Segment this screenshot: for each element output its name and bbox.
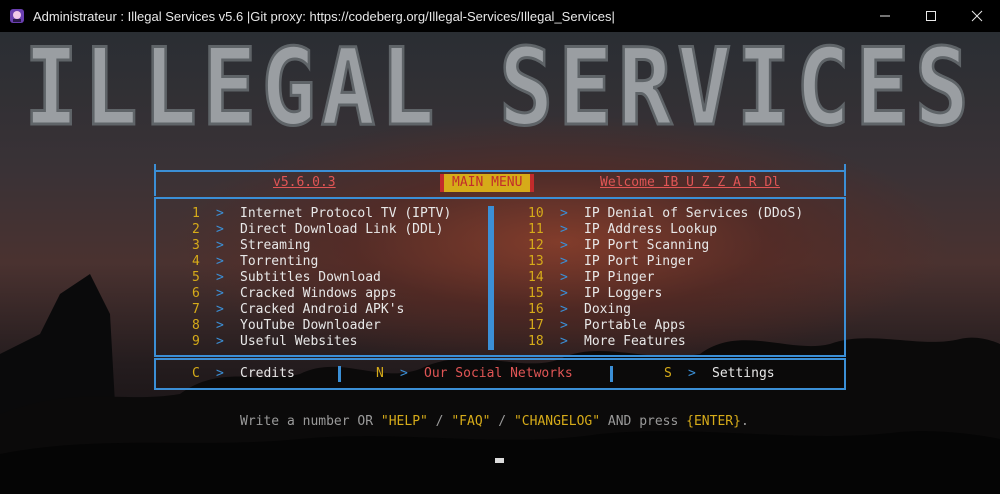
menu-item-arrow: >: [216, 334, 224, 349]
menu-item-number: 3: [192, 238, 200, 253]
prompt-text: /: [427, 414, 452, 429]
menu-item-arrow: >: [560, 222, 568, 237]
settings-arrow: >: [688, 366, 696, 381]
menu-item-number: 14: [528, 270, 544, 285]
menu-item-arrow: >: [560, 270, 568, 285]
menu-item-number: 2: [192, 222, 200, 237]
credits-key: C: [192, 366, 200, 381]
menu-item-number: 1: [192, 206, 200, 221]
bottom-separator: [610, 366, 613, 382]
app-icon: [10, 9, 24, 23]
menu-item-label: YouTube Downloader: [240, 318, 381, 333]
window-title-bar: Administrateur : Illegal Services v5.6 |…: [0, 0, 1000, 32]
menu-item-number: 8: [192, 318, 200, 333]
menu-item-label: Cracked Windows apps: [240, 286, 397, 301]
menu-item-arrow: >: [216, 222, 224, 237]
prompt-text: .: [740, 414, 749, 429]
menu-item-label: IP Denial of Services (DDoS): [584, 206, 804, 221]
menu-item-number: 4: [192, 254, 200, 269]
menu-item-number: 17: [528, 318, 544, 333]
input-prompt: Write a number OR "HELP" / "FAQ" / "CHAN…: [240, 414, 749, 429]
close-button[interactable]: [954, 0, 1000, 32]
menu-item-number: 6: [192, 286, 200, 301]
social-arrow: >: [400, 366, 408, 381]
minimize-button[interactable]: [862, 0, 908, 32]
menu-item-label: IP Port Pinger: [584, 254, 694, 269]
menu-item-label: IP Address Lookup: [584, 222, 718, 237]
menu-item-arrow: >: [560, 318, 568, 333]
menu-item-label: IP Pinger: [584, 270, 655, 285]
menu-item-label: Portable Apps: [584, 318, 686, 333]
menu-item-label: Torrenting: [240, 254, 319, 269]
menu-item-label: Streaming: [240, 238, 311, 253]
main-menu-badge: MAIN MENU: [440, 174, 535, 192]
banner-text: ILLEGAL SERVICES: [24, 42, 974, 142]
settings-key: S: [664, 366, 672, 381]
menu-item-arrow: >: [216, 286, 224, 301]
welcome-label: Welcome IB U Z Z A R Dl: [600, 175, 781, 190]
menu-item-number: 13: [528, 254, 544, 269]
ascii-banner: ILLEGAL SERVICES: [23, 42, 974, 142]
credits-arrow: >: [216, 366, 224, 381]
menu-item-label: IP Loggers: [584, 286, 663, 301]
menu-item-number: 18: [528, 334, 544, 349]
menu-item-label: Subtitles Download: [240, 270, 381, 285]
frame-tick: [844, 164, 846, 174]
menu-item-arrow: >: [560, 206, 568, 221]
menu-item-number: 11: [528, 222, 544, 237]
menu-item-label: IP Port Scanning: [584, 238, 710, 253]
menu-item-label: More Features: [584, 334, 686, 349]
credits-label: Credits: [240, 366, 295, 381]
menu-item-label: Cracked Android APK's: [240, 302, 405, 317]
enter-keyword: {ENTER}: [686, 414, 741, 429]
menu-item-number: 7: [192, 302, 200, 317]
menu-item-arrow: >: [560, 334, 568, 349]
menu-item-label: Internet Protocol TV (IPTV): [240, 206, 452, 221]
bottom-separator: [338, 366, 341, 382]
menu-item-number: 12: [528, 238, 544, 253]
changelog-keyword: "CHANGELOG": [513, 414, 601, 429]
menu-item-number: 5: [192, 270, 200, 285]
menu-item-arrow: >: [216, 302, 224, 317]
social-label: Our Social Networks: [424, 366, 573, 381]
settings-label: Settings: [712, 366, 775, 381]
menu-item-arrow: >: [560, 302, 568, 317]
window-title: Administrateur : Illegal Services v5.6 |…: [33, 8, 615, 24]
menu-item-arrow: >: [216, 254, 224, 269]
menu-item-number: 16: [528, 302, 544, 317]
text-cursor[interactable]: [495, 458, 504, 463]
prompt-text: /: [490, 414, 514, 429]
minimize-icon: [880, 15, 890, 17]
menu-item-arrow: >: [216, 206, 224, 221]
menu-item-arrow: >: [216, 318, 224, 333]
menu-item-arrow: >: [216, 270, 224, 285]
prompt-text: Write a number OR: [240, 414, 381, 429]
menu-divider: [488, 206, 494, 350]
menu-item-number: 9: [192, 334, 200, 349]
social-key: N: [376, 366, 384, 381]
prompt-text: AND press: [600, 414, 687, 429]
close-icon: [971, 10, 983, 22]
help-keyword: "HELP": [380, 414, 428, 429]
menu-item-number: 15: [528, 286, 544, 301]
menu-item-arrow: >: [560, 254, 568, 269]
version-label: v5.6.0.3: [273, 175, 336, 190]
maximize-button[interactable]: [908, 0, 954, 32]
menu-item-arrow: >: [216, 238, 224, 253]
menu-item-arrow: >: [560, 238, 568, 253]
menu-item-arrow: >: [560, 286, 568, 301]
menu-item-number: 10: [528, 206, 544, 221]
menu-item-label: Doxing: [584, 302, 631, 317]
menu-item-label: Useful Websites: [240, 334, 358, 349]
faq-keyword: "FAQ": [451, 414, 491, 429]
frame-tick: [154, 164, 156, 174]
maximize-icon: [926, 11, 936, 21]
menu-item-label: Direct Download Link (DDL): [240, 222, 444, 237]
